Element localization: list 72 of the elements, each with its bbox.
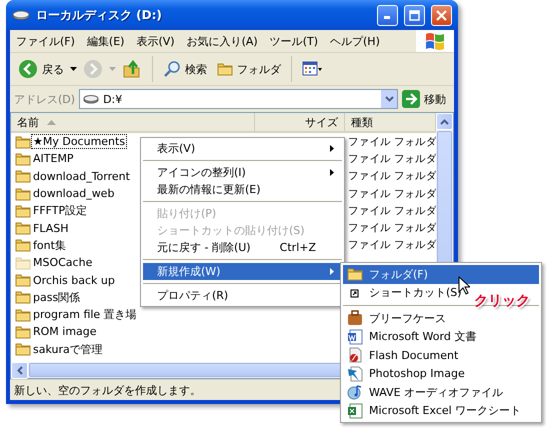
file-name[interactable]: pass関係 <box>32 290 82 305</box>
column-header[interactable]: 名前 <box>11 113 255 131</box>
go-button[interactable]: 移動 <box>402 90 450 108</box>
folders-button[interactable]: フォルダ <box>213 60 285 78</box>
submenu-arrow-icon <box>330 169 334 176</box>
menu-item[interactable]: プロパティ(R) <box>143 287 342 304</box>
file-name[interactable]: FLASH <box>32 222 70 235</box>
menu-item[interactable]: Flash Document <box>343 346 466 364</box>
click-annotation: クリック <box>474 292 530 310</box>
address-dropdown-button[interactable] <box>381 90 397 108</box>
menu-item[interactable]: ヘルプ(H) <box>324 34 386 48</box>
file-name[interactable]: program file 置き場 <box>32 307 138 322</box>
status-text: 新しい、空のフォルダを作成します。 <box>14 382 201 398</box>
view-grid-icon <box>302 61 322 77</box>
submenu-arrow-icon <box>330 145 334 152</box>
file-name[interactable]: ★My Documents <box>32 135 126 148</box>
word-document-icon <box>347 328 363 345</box>
menu-item[interactable]: 元に戻す - 削除(U) Ctrl+Z <box>143 239 342 256</box>
minimize-button[interactable] <box>377 4 398 26</box>
briefcase-icon <box>347 310 363 326</box>
menu-item[interactable]: アイコンの整列(I) <box>143 164 342 181</box>
folder-icon <box>217 62 233 76</box>
address-label: アドレス(D) <box>14 92 76 106</box>
dropdown-arrow-icon[interactable] <box>70 67 77 71</box>
flash-document-icon <box>347 347 363 364</box>
menu-item[interactable]: ツール(T) <box>264 34 324 48</box>
menu-item[interactable]: 編集(E) <box>80 34 130 48</box>
excel-worksheet-icon <box>347 402 363 419</box>
file-name[interactable]: Orchis back up <box>32 274 116 287</box>
back-button[interactable]: 戻る <box>14 57 68 81</box>
menu-item[interactable]: Microsoft Excel ワークシート <box>343 402 530 420</box>
photoshop-image-icon <box>347 366 363 382</box>
file-name[interactable]: MSOCache <box>32 256 94 270</box>
maximize-button[interactable] <box>404 4 425 26</box>
menu-item[interactable]: Photoshop Image <box>343 364 473 383</box>
search-button[interactable]: 検索 <box>159 58 211 80</box>
flag-logo-icon <box>424 31 446 51</box>
menu-item[interactable]: お気に入り(A) <box>180 34 264 48</box>
menu-item[interactable]: Microsoft Word 文書 <box>343 328 484 346</box>
menu-item[interactable]: 表示(V) <box>130 34 181 48</box>
menu-item[interactable]: 表示(V) <box>143 140 342 157</box>
up-folder-icon <box>122 59 142 79</box>
file-name[interactable]: font集 <box>32 238 67 253</box>
close-button[interactable] <box>431 4 452 26</box>
file-name[interactable]: download_web <box>32 187 116 200</box>
folder-icon <box>347 267 363 282</box>
file-name[interactable]: ROM image <box>32 325 98 338</box>
menu-item[interactable]: フォルダ(F) <box>343 265 539 284</box>
chevron-down-icon <box>384 96 394 102</box>
search-icon <box>163 60 181 78</box>
drive-icon <box>12 10 30 20</box>
column-header[interactable]: サイズ <box>255 113 345 131</box>
chevron-up-icon <box>440 118 449 124</box>
menu-item[interactable]: 新規作成(W) <box>143 263 342 280</box>
close-icon <box>436 10 447 20</box>
chevron-left-icon <box>16 366 22 375</box>
file-name[interactable]: sakuraで管理 <box>32 342 104 357</box>
file-name[interactable]: AITEMP <box>32 152 75 166</box>
maximize-icon <box>409 10 420 20</box>
address-field[interactable]: D:¥ <box>79 89 398 109</box>
go-arrow-icon <box>402 90 420 108</box>
window-title: ローカルディスク (D:) <box>36 6 163 24</box>
menu-item[interactable]: WAVE オーディオファイル <box>343 383 512 402</box>
audio-file-icon <box>347 384 363 400</box>
menu-item[interactable]: 最新の情報に更新(E) <box>143 181 342 198</box>
menu-item[interactable]: ファイル(F) <box>10 34 81 48</box>
submenu-arrow-icon <box>330 268 334 275</box>
menu-item[interactable]: ブリーフケース <box>343 309 454 328</box>
sort-arrow-icon <box>47 120 56 124</box>
drive-icon <box>83 94 100 104</box>
file-name[interactable]: FFFTP設定 <box>32 203 88 218</box>
file-name[interactable]: download_Torrent <box>32 170 131 183</box>
